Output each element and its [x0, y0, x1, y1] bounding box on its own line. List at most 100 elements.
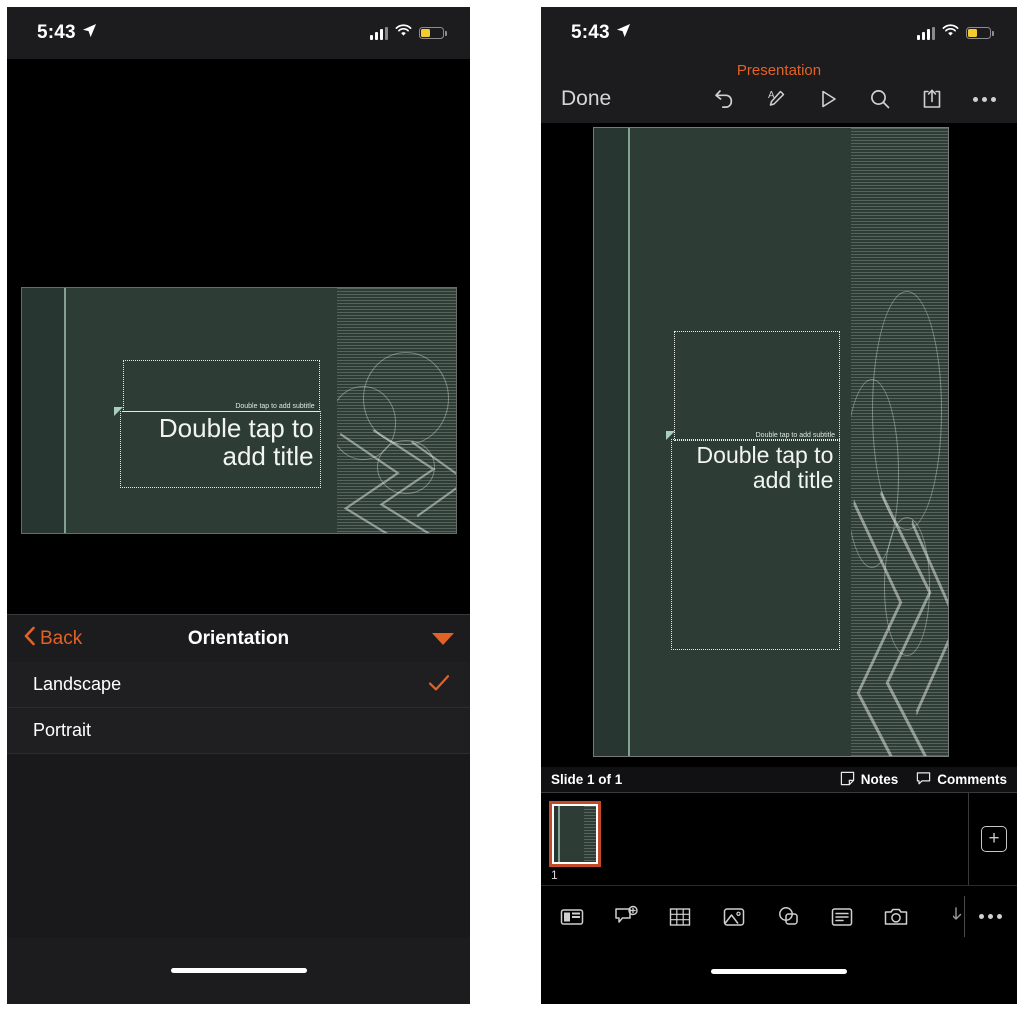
- panel-sheen: [850, 128, 948, 756]
- left-phone-screen: 5:43 Double tap to add subtitle Double t…: [7, 7, 470, 1004]
- comments-button[interactable]: Comments: [916, 771, 1007, 789]
- slide-status-bar: Slide 1 of 1 Notes Comments: [541, 767, 1017, 793]
- slide-status-actions: Notes Comments: [840, 771, 1007, 789]
- ellipsis-glyph: [972, 96, 996, 102]
- wifi-icon: [395, 24, 412, 42]
- insert-text-box-icon[interactable]: [829, 904, 855, 930]
- share-icon[interactable]: [919, 86, 945, 112]
- home-indicator-area-left: [7, 938, 470, 990]
- add-comment-icon[interactable]: [613, 904, 639, 930]
- panel-sheen: [584, 806, 596, 862]
- chevron-left-icon: [23, 626, 36, 652]
- annotate-text-icon[interactable]: A: [763, 86, 789, 112]
- orientation-menu-header: Back Orientation: [7, 614, 470, 662]
- insert-picture-icon[interactable]: [721, 904, 747, 930]
- status-bar-left: 5:43: [7, 7, 470, 59]
- cellular-signal-icon: [370, 26, 388, 40]
- right-top-chrome: 5:43 Presentation Done A: [541, 7, 1017, 123]
- slide-canvas-landscape[interactable]: Double tap to add subtitle Double tap to…: [21, 287, 457, 534]
- slide-green-panel: [336, 288, 456, 533]
- back-button[interactable]: Back: [23, 626, 82, 652]
- subtitle-placeholder-text: Double tap to add subtitle: [755, 431, 836, 439]
- triangle-down-icon: [432, 632, 454, 645]
- more-options-icon[interactable]: [977, 904, 1003, 930]
- status-indicators: [917, 24, 994, 42]
- location-arrow-icon: [616, 22, 631, 44]
- panel-sheen: [336, 288, 456, 533]
- insert-table-icon[interactable]: [667, 904, 693, 930]
- title-placeholder-box[interactable]: Double tap to add title: [671, 439, 841, 651]
- menu-empty-space: [7, 754, 470, 938]
- status-indicators: [370, 24, 447, 42]
- notes-icon: [840, 771, 855, 789]
- title-placeholder-text: Double tap to add title: [696, 442, 834, 493]
- right-phone-screen: 5:43 Presentation Done A Double tap to a…: [541, 7, 1017, 1004]
- thumbnail-item[interactable]: 1: [549, 801, 605, 882]
- placeholder-marker-icon: [665, 430, 675, 440]
- status-bar-right: 5:43: [541, 7, 1017, 59]
- undo-icon[interactable]: [711, 86, 737, 112]
- battery-low-power-icon: [419, 27, 447, 39]
- slide-green-panel: [850, 128, 948, 756]
- home-indicator-area-right: [541, 947, 1017, 991]
- home-indicator[interactable]: [711, 969, 847, 974]
- subtitle-placeholder-box[interactable]: Double tap to add subtitle: [673, 330, 841, 441]
- orientation-option-label: Landscape: [33, 674, 122, 694]
- collapse-arrow-icon[interactable]: [951, 906, 967, 928]
- thumbnail-strip-divider: [968, 793, 969, 885]
- slide-accent-line: [558, 806, 561, 862]
- thumbnail-artwork: [554, 806, 596, 862]
- insert-camera-icon[interactable]: [883, 904, 909, 930]
- checkmark-icon: [428, 674, 450, 696]
- document-title[interactable]: Presentation: [541, 59, 1017, 81]
- comment-bubble-icon: [916, 771, 931, 789]
- status-time: 5:43: [571, 22, 610, 43]
- subtitle-placeholder-text: Double tap to add subtitle: [235, 402, 315, 410]
- slide-left-band: [22, 288, 64, 533]
- more-options-icon[interactable]: [971, 86, 997, 112]
- insert-shape-icon[interactable]: [775, 904, 801, 930]
- done-button[interactable]: Done: [561, 87, 611, 111]
- status-time-group: 5:43: [571, 22, 631, 44]
- orientation-option-label: Portrait: [33, 720, 92, 740]
- status-time: 5:43: [37, 22, 76, 43]
- insert-icon-group: [559, 904, 909, 930]
- notes-label: Notes: [860, 772, 899, 787]
- slide-counter: Slide 1 of 1: [551, 772, 623, 787]
- slide-left-band: [594, 128, 628, 756]
- slide-editing-canvas[interactable]: Double tap to add subtitle Double tap to…: [541, 123, 1017, 767]
- search-icon[interactable]: [867, 86, 893, 112]
- slide-accent-line: [63, 288, 66, 533]
- new-slide-icon[interactable]: [559, 904, 585, 930]
- status-time-group: 5:43: [37, 22, 97, 44]
- slide-green-panel: [584, 806, 596, 862]
- location-arrow-icon: [82, 22, 97, 44]
- thumbnail-number: 1: [551, 868, 558, 882]
- slide-thumbnail-strip[interactable]: 1 +: [541, 793, 1017, 885]
- orientation-option-portrait[interactable]: Portrait: [7, 708, 470, 754]
- slide-canvas-portrait[interactable]: Double tap to add subtitle Double tap to…: [593, 127, 949, 757]
- toolbar-right-group: [951, 904, 1003, 930]
- thumbnail-selected-frame[interactable]: [549, 801, 601, 867]
- ellipsis-glyph: [978, 914, 1002, 919]
- wifi-icon: [942, 24, 959, 42]
- cellular-signal-icon: [917, 26, 935, 40]
- title-placeholder-box[interactable]: Double tap to add title: [119, 410, 321, 489]
- collapse-menu-button[interactable]: [432, 632, 454, 645]
- thumbnail-image: [554, 806, 596, 862]
- comments-label: Comments: [937, 772, 1007, 787]
- orientation-option-landscape[interactable]: Landscape: [7, 662, 470, 708]
- toolbar-icon-group: A: [711, 86, 1001, 112]
- subtitle-placeholder-box[interactable]: Double tap to add subtitle: [123, 359, 320, 412]
- left-slide-preview-area: Double tap to add subtitle Double tap to…: [7, 59, 470, 614]
- slide-accent-line: [627, 128, 630, 756]
- home-indicator[interactable]: [170, 968, 307, 973]
- add-slide-icon[interactable]: +: [981, 826, 1007, 852]
- orientation-options-list: Landscape Portrait: [7, 662, 470, 754]
- notes-button[interactable]: Notes: [840, 771, 899, 789]
- play-slideshow-icon[interactable]: [815, 86, 841, 112]
- title-placeholder-text: Double tap to add title: [158, 412, 314, 471]
- back-button-label: Back: [40, 627, 83, 649]
- insert-toolbar: [541, 885, 1017, 947]
- battery-low-power-icon: [966, 27, 994, 39]
